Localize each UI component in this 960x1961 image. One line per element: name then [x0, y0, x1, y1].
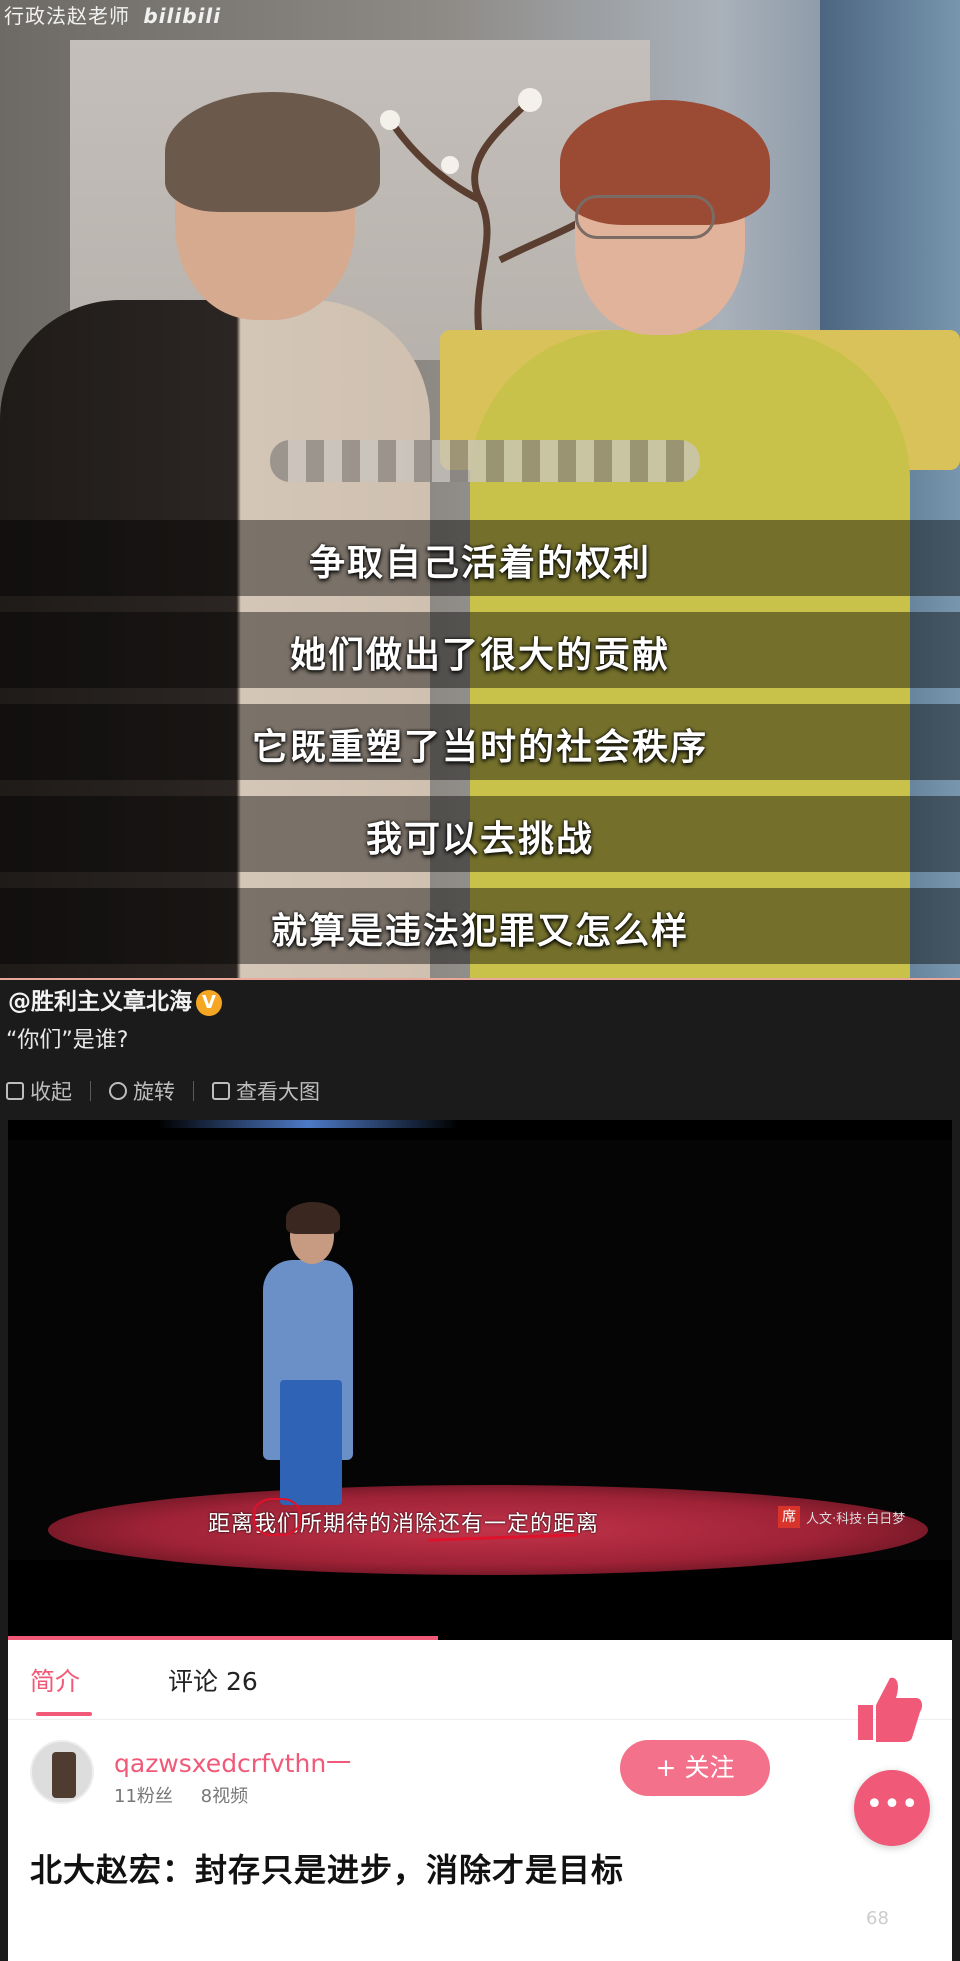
weibo-post: @胜利主义章北海 V “你们”是谁? 收起 旋转 查看大图 距离我们所期待的消除还…	[0, 978, 960, 1961]
collapse-icon	[6, 1082, 24, 1100]
uploader-stats: 11粉丝 8视频	[114, 1782, 270, 1808]
video-count: 8视频	[200, 1786, 249, 1807]
embedded-screenshot[interactable]: 距离我们所期待的消除还有一定的距离 席 人文·科技·白日梦 简介 评论 26 q…	[8, 1120, 952, 1961]
speaker-hair	[286, 1202, 340, 1234]
divider	[90, 1081, 91, 1101]
speaker-dress	[280, 1380, 342, 1505]
tab-bar: 简介 评论 26	[8, 1640, 952, 1720]
video-title: 北大赵宏：封存只是进步，消除才是目标	[30, 1851, 625, 1889]
follow-button[interactable]: + 关注	[620, 1740, 770, 1796]
comment-count: 68	[866, 1908, 889, 1929]
uploader-row: qazwsxedcrfvthn一 11粉丝 8视频 + 关注	[30, 1740, 930, 1820]
post-text: “你们”是谁?	[6, 1028, 129, 1053]
subtitle-line-4: 我可以去挑战	[365, 819, 594, 860]
collapse-label: 收起	[30, 1080, 72, 1104]
channel-watermark: 行政法赵老师 bilibili	[4, 0, 221, 29]
top-video-frame: 行政法赵老师 bilibili 争取自己活着的权利 她们做出了很大的贡献 它既重…	[0, 0, 960, 978]
tab-comments[interactable]: 评论 26	[168, 1662, 258, 1698]
subtitle-line-1: 争取自己活着的权利	[308, 543, 651, 584]
divider	[193, 1081, 194, 1101]
rotate-label: 旋转	[133, 1080, 175, 1104]
subtitle-line-5: 就算是违法犯罪又怎么样	[270, 911, 689, 952]
view-large-button[interactable]: 查看大图	[212, 1076, 320, 1106]
thumbs-up-icon[interactable]	[838, 1660, 928, 1750]
avatar[interactable]	[30, 1740, 94, 1804]
watermark-logo-icon: 席	[778, 1506, 800, 1528]
bilibili-logo: bilibili	[143, 4, 222, 28]
avatar-figure	[52, 1752, 76, 1798]
watermark-text: 人文·科技·白日梦	[806, 1511, 906, 1527]
video-app-card: 简介 评论 26 qazwsxedcrfvthn一 11粉丝 8视频 + 关注	[8, 1636, 952, 1961]
collapse-button[interactable]: 收起	[6, 1076, 72, 1106]
active-tab-indicator	[36, 1712, 92, 1716]
subtitle-line-2: 她们做出了很大的贡献	[289, 635, 670, 676]
author-name[interactable]: @胜利主义章北海	[8, 989, 192, 1015]
ted-watermark: 席 人文·科技·白日梦	[778, 1506, 905, 1528]
blurred-subtitle	[270, 440, 700, 482]
person-left-hair	[165, 92, 380, 212]
channel-name: 行政法赵老师	[4, 4, 130, 28]
rotate-icon	[109, 1082, 127, 1100]
uploader-name[interactable]: qazwsxedcrfvthn一	[114, 1744, 351, 1780]
image-toolbar: 收起 旋转 查看大图	[6, 1076, 320, 1106]
rotate-button[interactable]: 旋转	[109, 1076, 175, 1106]
chat-bubble-icon[interactable]: •••	[854, 1770, 930, 1846]
top-glow	[158, 1120, 458, 1128]
subtitle-line-3: 它既重塑了当时的社会秩序	[251, 727, 708, 768]
view-large-icon	[212, 1082, 230, 1100]
post-author[interactable]: @胜利主义章北海 V	[8, 982, 222, 1016]
tab-intro[interactable]: 简介	[30, 1662, 80, 1698]
glasses	[575, 195, 715, 239]
video-stage: 距离我们所期待的消除还有一定的距离 席 人文·科技·白日梦	[8, 1140, 952, 1575]
view-large-label: 查看大图	[236, 1080, 320, 1104]
red-circle-annotation	[253, 1498, 301, 1536]
fans-count: 11粉丝	[114, 1786, 173, 1807]
verified-badge-icon: V	[196, 989, 222, 1016]
